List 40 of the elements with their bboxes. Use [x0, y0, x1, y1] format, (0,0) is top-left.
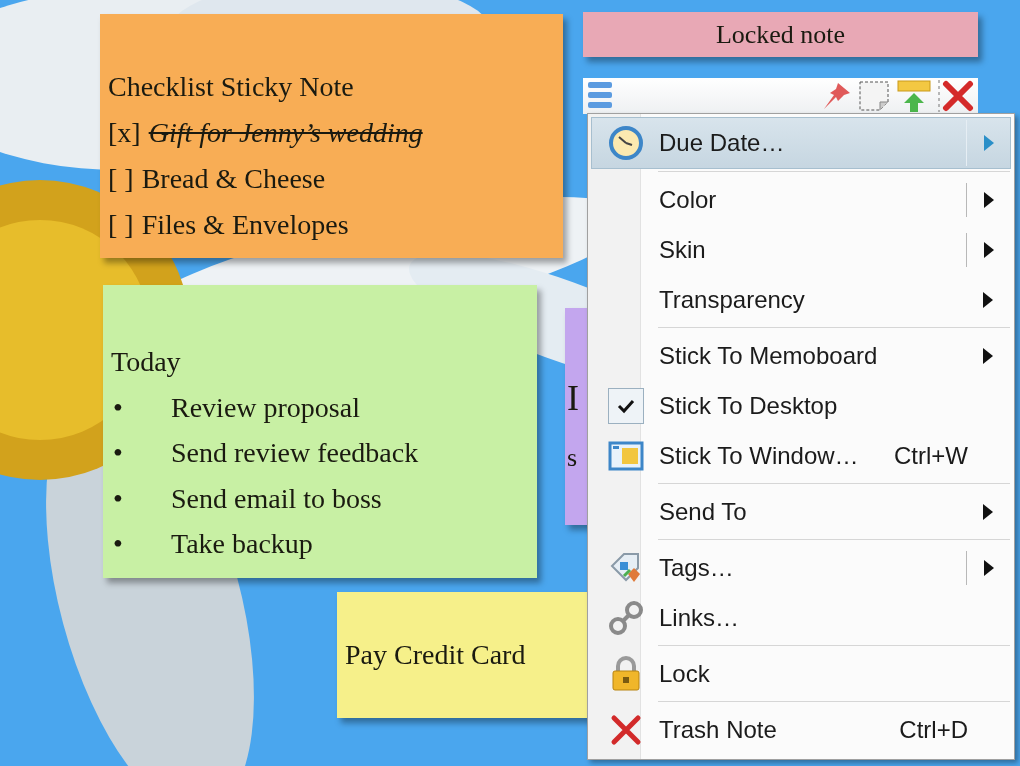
- note-text: Pay Credit Card: [345, 639, 526, 670]
- bullet: •: [112, 390, 124, 425]
- checklist-mark[interactable]: [x]: [108, 110, 141, 156]
- list-item: Take backup: [171, 527, 313, 561]
- note-icon[interactable]: [858, 80, 890, 112]
- note-title: Today: [111, 345, 182, 379]
- bullet: •: [112, 481, 124, 516]
- submenu-arrow-icon: [982, 241, 995, 259]
- submenu-arrow-icon: [982, 558, 995, 577]
- menu-item[interactable]: Links…: [591, 593, 1011, 643]
- checklist-mark[interactable]: [ ]: [108, 202, 134, 248]
- menu-item[interactable]: Skin: [591, 225, 1011, 275]
- note-text: I: [567, 378, 579, 418]
- bullet: •: [112, 436, 124, 470]
- submenu-arrow-icon: [982, 134, 995, 152]
- note-title: Checklist Sticky Note: [108, 70, 355, 104]
- submenu-arrow-icon: [982, 190, 995, 209]
- menu-item[interactable]: Due Date…: [591, 117, 1011, 169]
- menu-item[interactable]: Stick To Window… Ctrl+W: [591, 431, 1011, 481]
- move-up-icon[interactable]: [896, 79, 932, 113]
- lock-icon: [609, 655, 642, 692]
- list-item: Send review feedback: [171, 436, 419, 470]
- checklist-item: Gift for Jenny’s wedding: [148, 116, 423, 150]
- checklist-mark[interactable]: [ ]: [108, 156, 134, 202]
- trash-x-icon: [609, 713, 642, 746]
- submenu-arrow-icon: [982, 502, 994, 521]
- close-icon[interactable]: [938, 80, 974, 112]
- note-text: Locked note: [715, 19, 846, 49]
- clock-icon: [607, 125, 644, 161]
- submenu-arrow-icon: [982, 346, 994, 365]
- note-text: s: [567, 443, 578, 472]
- submenu-arrow-icon: [982, 291, 994, 309]
- list-item: Review proposal: [171, 390, 360, 425]
- menu-item[interactable]: Transparency: [591, 275, 1011, 325]
- menu-item[interactable]: Stick To Desktop: [591, 381, 1011, 431]
- chain-link-icon: [607, 600, 644, 636]
- checklist-item: Files & Envelopes: [141, 208, 349, 242]
- list-item: Send email to boss: [171, 481, 382, 516]
- checklist-item: Bread & Cheese: [141, 162, 326, 196]
- bullet: •: [112, 527, 124, 561]
